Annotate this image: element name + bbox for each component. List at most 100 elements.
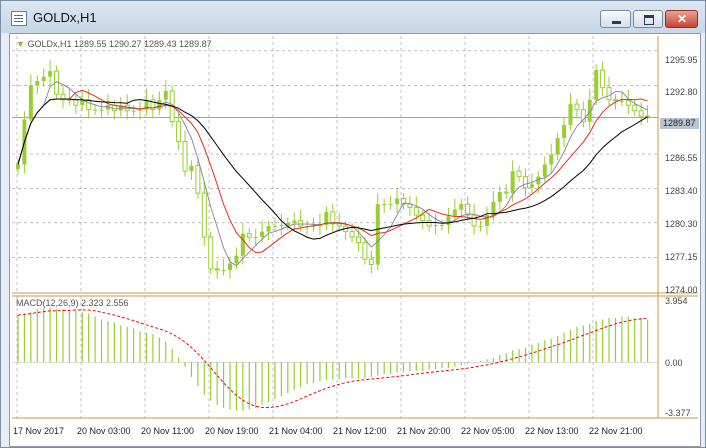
- candle-body-bull: [382, 204, 387, 206]
- candle-body-bear: [612, 99, 618, 102]
- candle-body-bear: [420, 214, 426, 222]
- candle-body-bear: [600, 69, 606, 89]
- time-label: 21 Nov 20:00: [397, 426, 451, 436]
- candle-body-bear: [73, 99, 79, 106]
- maximize-button[interactable]: [633, 10, 663, 28]
- macd-tick: 0.00: [665, 358, 683, 368]
- candle-body-bear: [208, 236, 214, 270]
- candle-body-bear: [362, 242, 368, 260]
- candle-body-bull: [510, 171, 515, 194]
- candle-body-bull: [67, 99, 72, 101]
- candle-body-bear: [182, 140, 188, 172]
- candle-body-bull: [478, 226, 483, 228]
- candle-body-bull: [48, 71, 53, 77]
- candle-body-bull: [99, 109, 104, 111]
- candle-body-bear: [298, 220, 304, 227]
- chart-window[interactable]: GOLDx,H1 ▼ GOLDx,H1 1289.55 1290.27 1289…: [0, 0, 706, 448]
- candle-body-bear: [336, 223, 342, 227]
- time-label: 20 Nov 03:00: [77, 426, 131, 436]
- candle-body-bull: [388, 204, 393, 206]
- candle-body-bull: [260, 231, 265, 238]
- candle-body-bear: [426, 220, 432, 227]
- candle-body-bull: [568, 104, 573, 125]
- time-label: 20 Nov 19:00: [205, 426, 259, 436]
- main-legend-text: GOLDx,H1 1289.55 1290.27 1289.43 1289.87: [27, 39, 212, 49]
- minimize-button[interactable]: [600, 10, 631, 28]
- candle-body-bear: [638, 110, 644, 117]
- close-button[interactable]: [665, 10, 698, 28]
- candle-body-bull: [395, 198, 400, 205]
- candle-body-bear: [625, 100, 631, 106]
- candle-body-bull: [562, 124, 567, 139]
- candle-body-bear: [349, 231, 355, 238]
- candle-body-bull: [272, 226, 277, 228]
- candle-body-bull: [529, 184, 534, 188]
- candle-body-bear: [368, 258, 374, 266]
- time-label: 20 Nov 11:00: [141, 426, 194, 436]
- time-label: 21 Nov 04:00: [269, 426, 323, 436]
- candle-body-bull: [131, 110, 136, 112]
- candle-body-bear: [574, 103, 580, 111]
- candle-body-bear: [632, 104, 638, 112]
- price-chart-area[interactable]: ▼ GOLDx,H1 1289.55 1290.27 1289.43 1289.…: [9, 33, 701, 447]
- price-tick: 1280.30: [665, 219, 698, 229]
- candle-body-bull: [433, 224, 438, 227]
- candle-body-bull: [228, 263, 232, 271]
- candle-body-bull: [594, 70, 599, 100]
- candle-body-bear: [176, 121, 182, 142]
- candle-body-bull: [163, 90, 168, 100]
- candle-body-bear: [606, 87, 612, 101]
- candle-body-bull: [459, 204, 464, 210]
- macd-signal-line: [17, 309, 648, 409]
- time-label: 21 Nov 12:00: [333, 426, 387, 436]
- chart-canvas[interactable]: [10, 34, 700, 446]
- legend-triangle-icon: ▼: [16, 39, 25, 49]
- macd-tick: -3.377: [665, 408, 691, 418]
- candle-body-bull: [266, 226, 271, 232]
- candle-body-bear: [330, 211, 336, 225]
- window-title: GOLDx,H1: [33, 10, 97, 25]
- candle-body-bear: [201, 192, 207, 238]
- candle-body-bull: [446, 216, 451, 225]
- candle-body-bull: [240, 233, 245, 256]
- candle-body-bull: [292, 220, 297, 223]
- time-label: 17 Nov 2017: [13, 426, 65, 436]
- main-legend: ▼ GOLDx,H1 1289.55 1290.27 1289.43 1289.…: [16, 39, 212, 49]
- window-titlebar[interactable]: GOLDx,H1: [1, 1, 705, 33]
- price-tick: 1292.80: [665, 87, 698, 97]
- candle-body-bull: [497, 192, 502, 202]
- price-tick: 1283.40: [665, 186, 698, 196]
- candle-body-bull: [16, 164, 20, 169]
- candle-body-bull: [221, 270, 226, 272]
- candle-body-bull: [93, 109, 98, 111]
- candle-body-bull: [555, 138, 560, 155]
- current-price-tag: 1289.87: [660, 118, 699, 129]
- time-label: 22 Nov 13:00: [525, 426, 579, 436]
- candle-body-bear: [465, 203, 471, 216]
- candle-body-bull: [28, 85, 33, 120]
- candle-body-bear: [516, 170, 522, 178]
- time-label: 22 Nov 05:00: [461, 426, 515, 436]
- candle-body-bull: [440, 224, 444, 226]
- chart-window-icon: [11, 11, 27, 26]
- candle-body-bear: [503, 191, 509, 194]
- candle-body-bull: [542, 164, 547, 177]
- candle-body-bull: [41, 76, 46, 82]
- candle-body-bull: [452, 209, 457, 217]
- candle-body-bull: [253, 237, 258, 239]
- candle-body-bear: [523, 176, 529, 189]
- candle-body-bear: [214, 268, 220, 271]
- candle-body-bull: [587, 99, 592, 122]
- candle-body-bear: [413, 206, 419, 216]
- price-tick: 1295.95: [665, 55, 698, 65]
- candle-body-bear: [246, 233, 252, 238]
- macd-legend: MACD(12,26,9) 2.323 2.556: [16, 298, 129, 308]
- candle-body-bear: [195, 165, 201, 194]
- candle-body-bear: [471, 214, 477, 227]
- candle-body-bear: [355, 236, 361, 244]
- candle-body-bull: [234, 255, 239, 264]
- macd-tick: 3.954: [665, 296, 688, 306]
- price-tick: 1286.55: [665, 153, 698, 163]
- candle-body-bull: [279, 224, 284, 227]
- candle-body-bull: [549, 154, 554, 165]
